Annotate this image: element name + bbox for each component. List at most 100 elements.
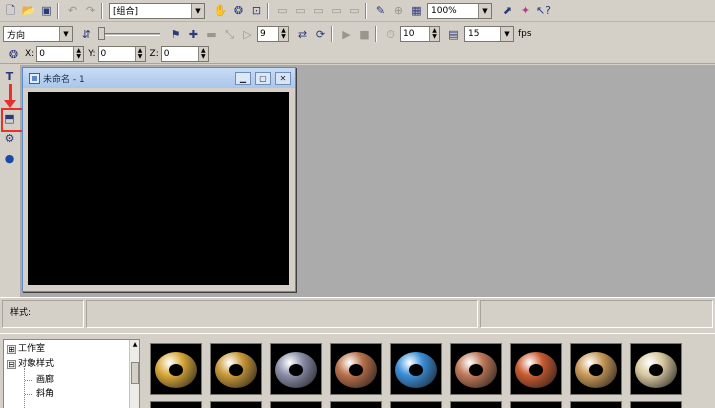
chevron-down-icon[interactable]: ▼ bbox=[500, 27, 513, 41]
save-icon[interactable]: ▣ bbox=[39, 3, 54, 18]
speed-arrows-icon[interactable]: ⇵ bbox=[79, 27, 94, 42]
style-thumbnail-row2[interactable] bbox=[390, 401, 442, 408]
style-thumbnail-row2[interactable] bbox=[270, 401, 322, 408]
stop-icon[interactable]: ■ bbox=[357, 27, 372, 42]
add-keyframe-icon[interactable]: ✚ bbox=[186, 27, 201, 42]
style-thumbnail-pink-stone-torus[interactable] bbox=[450, 343, 502, 395]
toolbar-separator bbox=[375, 26, 377, 42]
scroll-up-icon[interactable]: ▲ bbox=[131, 341, 139, 350]
toolbar-separator bbox=[57, 2, 59, 19]
loop-icon[interactable]: ⇄ bbox=[295, 27, 310, 42]
stepper-arrows-icon[interactable]: ▲ ▼ bbox=[134, 47, 145, 61]
timer-icon[interactable]: ⏱ bbox=[383, 27, 398, 42]
style-thumbnail-beige-pattern-torus[interactable] bbox=[630, 343, 682, 395]
tree-item-label: 工作室 bbox=[18, 344, 46, 354]
tree-item-object-styles[interactable]: ⊟ 对象样式 bbox=[7, 358, 54, 370]
speed-stepper[interactable]: 10 ▲ ▼ bbox=[400, 26, 440, 42]
hand-pan-icon[interactable]: ✋ bbox=[213, 3, 228, 18]
stepper-arrows-icon[interactable]: ▲ ▼ bbox=[73, 47, 84, 61]
tree-scrollbar[interactable]: ▲ bbox=[129, 340, 139, 408]
style-thumbnail-row2[interactable] bbox=[570, 401, 622, 408]
play-icon[interactable]: ▶ bbox=[339, 27, 354, 42]
toolbar-separator bbox=[331, 26, 333, 42]
tree-item-bevel[interactable]: 斜角 bbox=[36, 388, 54, 400]
align-right-icon[interactable]: ▭ bbox=[311, 3, 326, 18]
refresh-icon[interactable]: ⟳ bbox=[313, 27, 328, 42]
group-select-value: [组合] bbox=[113, 7, 139, 17]
direction-select[interactable]: 方向 ▼ bbox=[3, 26, 73, 42]
frame-stepper[interactable]: 9 ▲ ▼ bbox=[257, 26, 289, 42]
x-coordinate-field[interactable]: 0 ▲ ▼ bbox=[36, 46, 85, 62]
fps-select[interactable]: 15 ▼ bbox=[464, 26, 514, 42]
style-thumbnail-row2[interactable] bbox=[150, 401, 202, 408]
position-toolbar: ❂ X: 0 ▲ ▼ Y: 0 ▲ ▼ Z: 0 ▲ ▼ bbox=[0, 45, 715, 64]
collapse-icon[interactable]: ⊟ bbox=[7, 360, 16, 369]
rotate-object-icon[interactable]: ❂ bbox=[231, 3, 246, 18]
stepper-arrows-icon[interactable]: ▲ ▼ bbox=[429, 27, 439, 41]
tree-item-workspace[interactable]: ⊞ 工作室 bbox=[7, 343, 45, 355]
chevron-down-icon[interactable]: ▼ bbox=[191, 3, 204, 18]
select-target-icon[interactable]: ⊡ bbox=[249, 3, 264, 18]
stepper-arrows-icon[interactable]: ▲ ▼ bbox=[197, 47, 208, 61]
z-coordinate-field[interactable]: 0 ▲ ▼ bbox=[160, 46, 209, 62]
style-thumbnail-leopard-torus[interactable] bbox=[570, 343, 622, 395]
align-left-icon[interactable]: ▭ bbox=[275, 3, 290, 18]
document-titlebar[interactable]: 未命名 - 1 ▁ ▢ ✕ bbox=[23, 68, 295, 88]
new-file-icon[interactable]: 🗋 bbox=[3, 3, 18, 18]
light-icon[interactable]: ✎ bbox=[373, 3, 388, 18]
text-tool-icon[interactable]: T bbox=[2, 69, 17, 84]
maximize-button[interactable]: ▢ bbox=[255, 72, 271, 85]
stepper-arrows-icon[interactable]: ▲ ▼ bbox=[278, 27, 288, 41]
style-thumbnail-copper-torus[interactable] bbox=[330, 343, 382, 395]
undo-icon[interactable]: ↶ bbox=[65, 3, 80, 18]
style-thumbnail-row2[interactable] bbox=[630, 401, 682, 408]
chevron-down-icon[interactable]: ▼ bbox=[59, 27, 72, 41]
fps-select-value: 15 bbox=[468, 29, 480, 39]
remove-keyframe-icon[interactable]: ▬ bbox=[204, 27, 219, 42]
document-window[interactable]: 未命名 - 1 ▁ ▢ ✕ bbox=[22, 67, 296, 292]
timeline-slider[interactable] bbox=[98, 27, 160, 41]
open-folder-icon[interactable]: 📂 bbox=[21, 3, 36, 18]
align-center-icon[interactable]: ▭ bbox=[293, 3, 308, 18]
style-thumbnail-row2[interactable] bbox=[330, 401, 382, 408]
group-select[interactable]: [组合] ▼ bbox=[109, 2, 205, 19]
chevron-down-icon[interactable]: ▼ bbox=[478, 3, 491, 18]
export-icon[interactable]: ⬈ bbox=[500, 3, 515, 18]
keyframe-flag-icon[interactable]: ⚑ bbox=[168, 27, 183, 42]
globe-icon[interactable]: ⊕ bbox=[391, 3, 406, 18]
lathe-tool-icon[interactable]: ⚙ bbox=[2, 131, 17, 146]
scrollbar-thumb[interactable] bbox=[131, 362, 139, 384]
minimize-button[interactable]: ▁ bbox=[235, 72, 251, 85]
style-thumbnail-chrome-torus[interactable] bbox=[270, 343, 322, 395]
document-title: 未命名 - 1 bbox=[43, 74, 85, 85]
y-coordinate-field[interactable]: 0 ▲ ▼ bbox=[97, 46, 146, 62]
render-icon[interactable]: ✦ bbox=[518, 3, 533, 18]
slider-thumb[interactable] bbox=[98, 27, 105, 40]
style-thumbnail-blue-marble-torus[interactable] bbox=[390, 343, 442, 395]
group-objects-icon[interactable]: ▭ bbox=[347, 3, 362, 18]
move-object-icon[interactable]: ❂ bbox=[6, 47, 21, 62]
style-thumbnail-brass-torus[interactable] bbox=[210, 343, 262, 395]
toolbar-separator bbox=[101, 2, 103, 19]
style-thumbnail-row2[interactable] bbox=[210, 401, 262, 408]
scene-canvas[interactable] bbox=[28, 92, 289, 285]
style-thumbnail-terracotta-torus[interactable] bbox=[510, 343, 562, 395]
style-thumbnail-gold-torus[interactable] bbox=[150, 343, 202, 395]
style-status-bar: 样式: bbox=[0, 297, 715, 333]
redo-icon[interactable]: ↷ bbox=[83, 3, 98, 18]
slider-track bbox=[98, 33, 160, 36]
chart-window-icon[interactable]: ▦ bbox=[409, 3, 424, 18]
move-keyframe-icon[interactable]: ⤡ bbox=[222, 27, 237, 42]
play-outline-icon[interactable]: ▷ bbox=[240, 27, 255, 42]
zoom-select[interactable]: 100% ▼ bbox=[427, 2, 492, 19]
close-button[interactable]: ✕ bbox=[275, 72, 291, 85]
sphere-tool-icon[interactable]: ● bbox=[2, 151, 17, 166]
style-thumbnail-row2[interactable] bbox=[450, 401, 502, 408]
style-thumbnail-row2[interactable] bbox=[510, 401, 562, 408]
expand-icon[interactable]: ⊞ bbox=[7, 345, 16, 354]
frames-icon[interactable]: ▤ bbox=[446, 27, 461, 42]
tree-item-gallery[interactable]: 画廊 bbox=[36, 374, 54, 386]
help-cursor-icon[interactable]: ↖? bbox=[536, 3, 551, 18]
style-category-tree[interactable]: ⊞ 工作室 ⊟ 对象样式 画廊 斜角 ▲ bbox=[3, 339, 140, 408]
distribute-icon[interactable]: ▭ bbox=[329, 3, 344, 18]
